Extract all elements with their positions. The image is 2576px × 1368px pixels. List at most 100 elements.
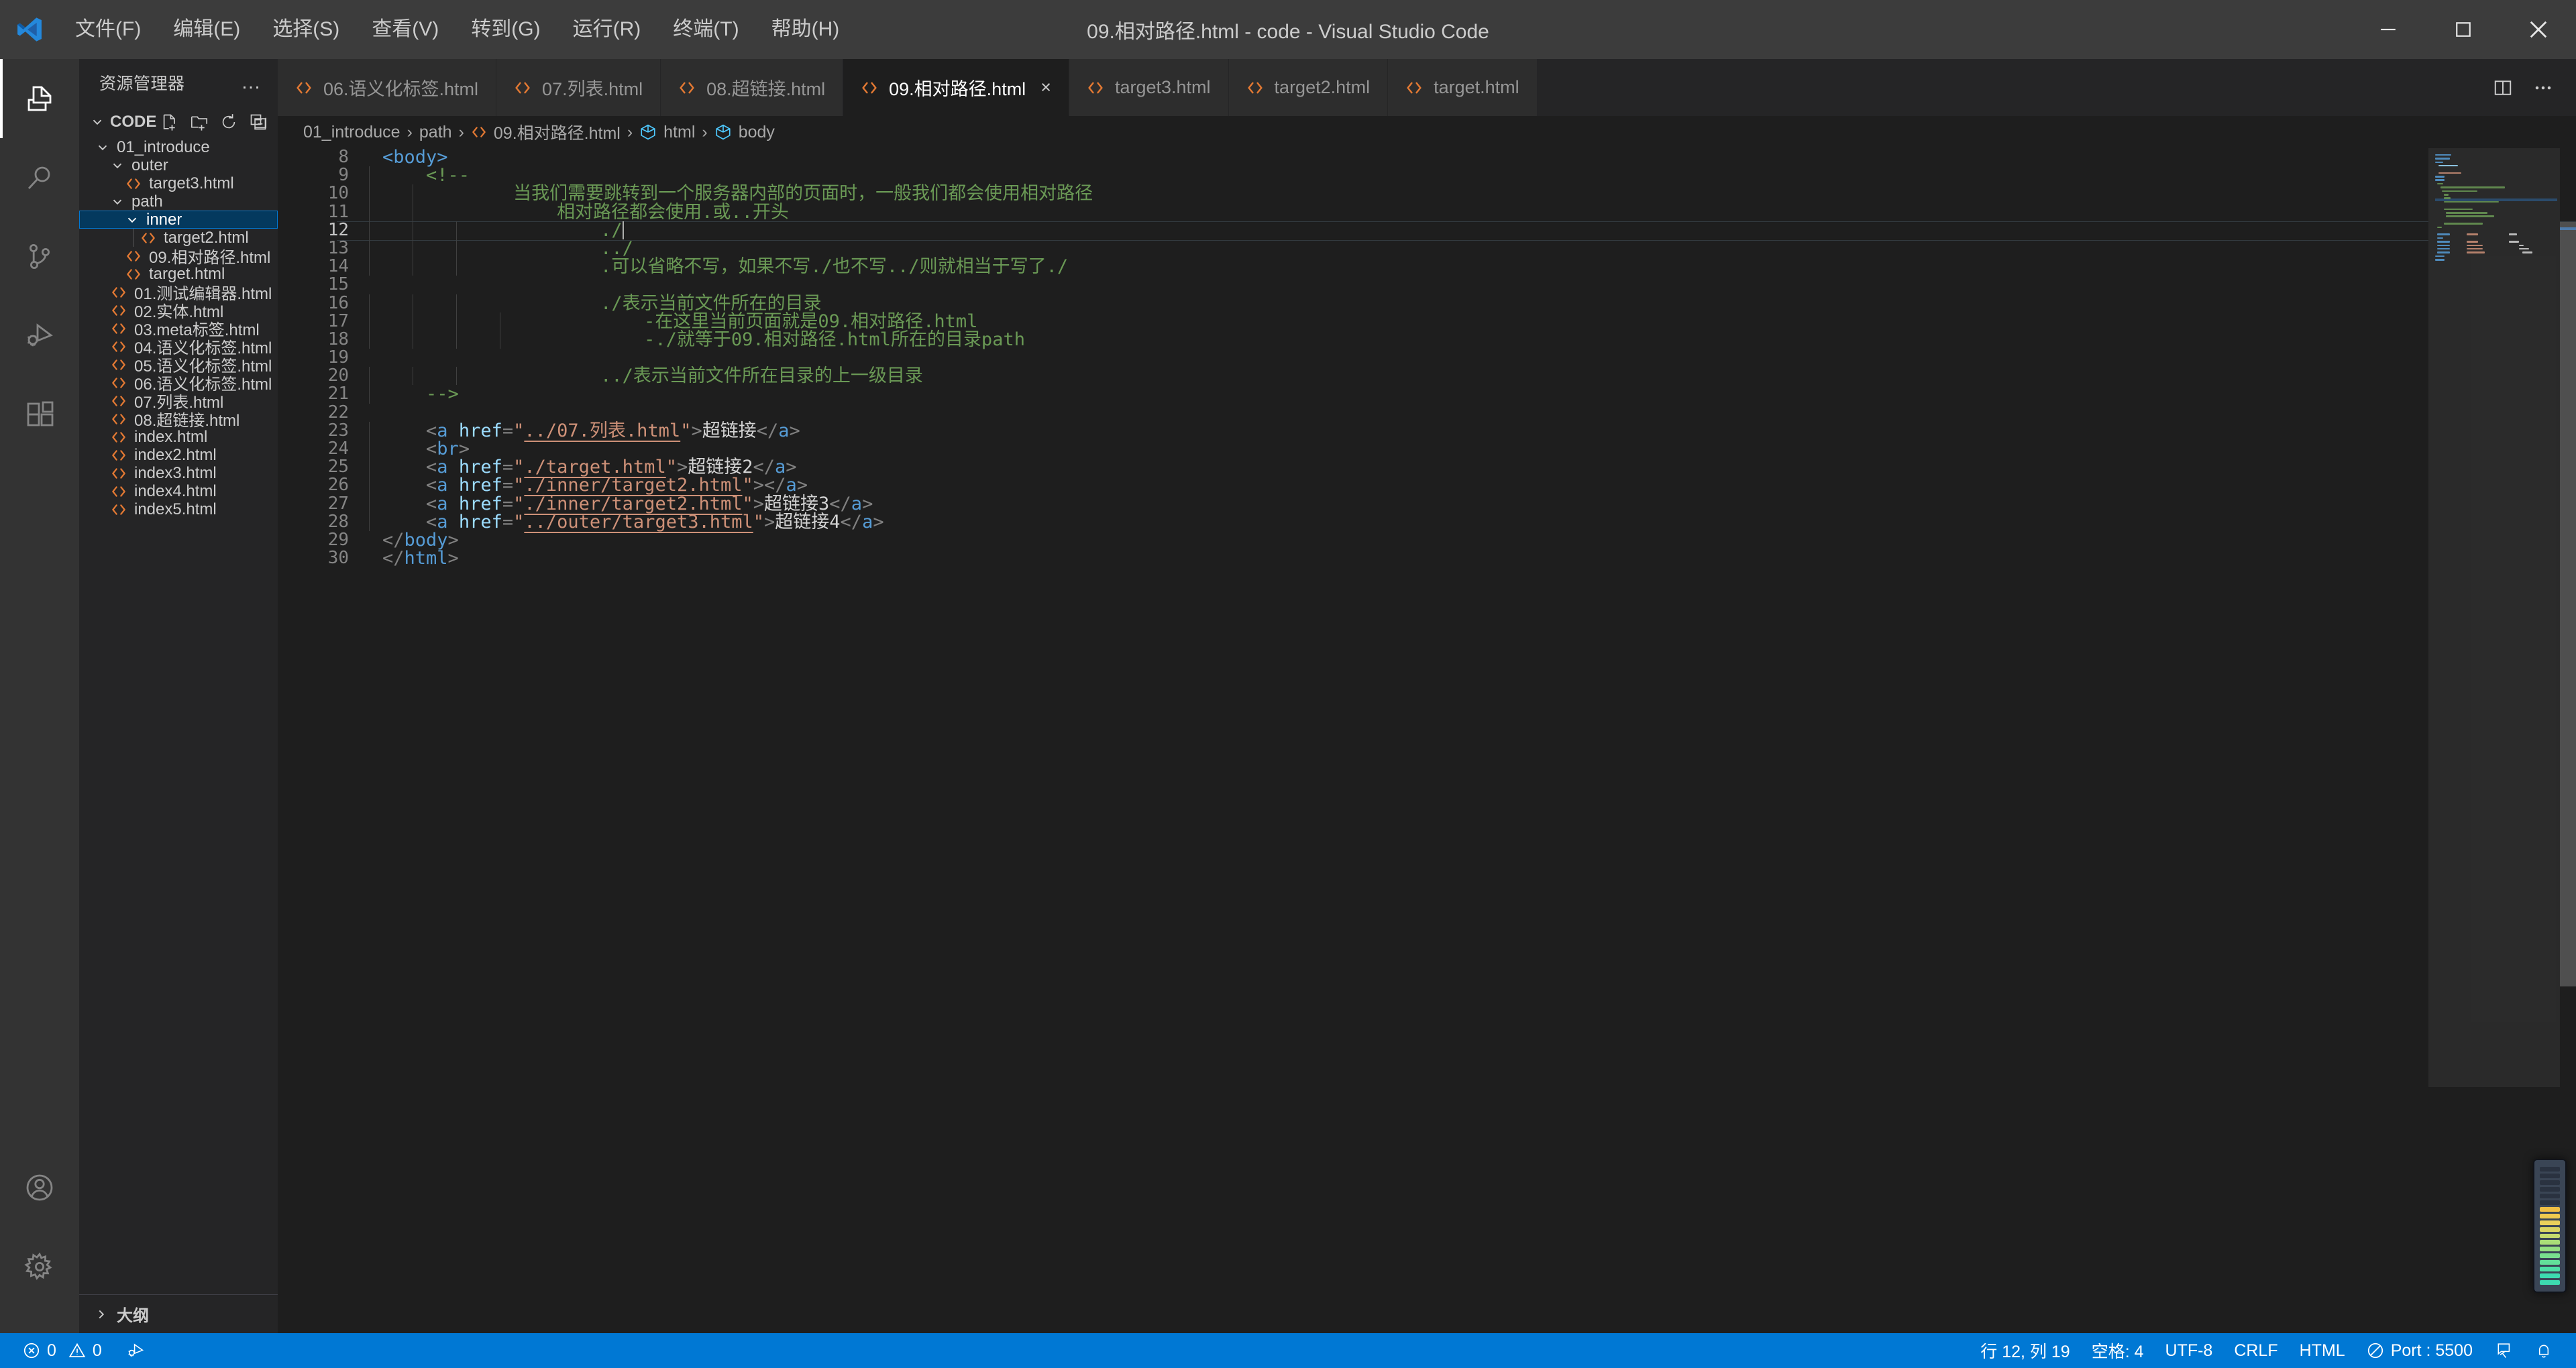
code-line[interactable]: 8 <body>	[278, 148, 2576, 166]
editor-tab-active[interactable]: 09.相对路径.html ×	[843, 59, 1069, 116]
file-tree[interactable]: 01_introduce outer target3.html path inner ta…	[79, 138, 278, 1294]
breadcrumb-item[interactable]: path	[419, 123, 452, 142]
menu-bar[interactable]: 文件(F) 编辑(E) 选择(S) 查看(V) 转到(G) 运行(R) 终端(T…	[59, 12, 855, 47]
menu-help[interactable]: 帮助(H)	[755, 12, 856, 47]
more-actions-icon[interactable]	[2525, 70, 2561, 106]
sidebar-more-icon[interactable]: …	[241, 72, 263, 93]
code-line[interactable]: 16 ./表示当前文件所在的目录	[278, 294, 2576, 312]
menu-file[interactable]: 文件(F)	[59, 12, 157, 47]
menu-run[interactable]: 运行(R)	[557, 12, 657, 47]
editor-tab[interactable]: 06.语义化标签.html	[278, 59, 497, 116]
code-line[interactable]: 26 <a href="./inner/target2.html"></a>	[278, 476, 2576, 495]
minimize-button[interactable]	[2351, 0, 2426, 59]
breadcrumb-item[interactable]: body	[714, 123, 775, 142]
code-line[interactable]: 22	[278, 403, 2576, 422]
code-line[interactable]: 20 ../表示当前文件所在目录的上一级目录	[278, 367, 2576, 386]
code-line[interactable]: 29 </body>	[278, 530, 2576, 549]
editor-tab[interactable]: target2.html	[1228, 59, 1389, 116]
collapse-all-icon[interactable]	[245, 109, 272, 135]
status-language-mode[interactable]: HTML	[2289, 1333, 2356, 1368]
tree-file-row[interactable]: 08.超链接.html	[79, 410, 278, 430]
code-line[interactable]: 18 -./就等于09.相对路径.html所在的目录path	[278, 330, 2576, 349]
code-line[interactable]: 13 ../	[278, 239, 2576, 258]
tree-file-row[interactable]: target3.html	[79, 174, 278, 192]
tab-bar-actions[interactable]	[2485, 59, 2576, 116]
code-link[interactable]: ../outer/target3.html	[524, 512, 753, 532]
minimap-slider[interactable]	[2428, 148, 2560, 1087]
tree-file-row[interactable]: index5.html	[79, 500, 278, 518]
menu-go[interactable]: 转到(G)	[455, 12, 556, 47]
code-line[interactable]: 10 当我们需要跳转到一个服务器内部的页面时，一般我们都会使用相对路径	[278, 184, 2576, 203]
close-tab-icon[interactable]: ×	[1040, 77, 1051, 98]
breadcrumb[interactable]: 01_introduce › path › 09.相对路径.html › html › body	[278, 116, 2576, 148]
code-line[interactable]: 14 .可以省略不写，如果不写./也不写../则就相当于写了./	[278, 257, 2576, 276]
window-controls[interactable]	[2351, 0, 2576, 59]
tree-folder-row[interactable]: path	[79, 192, 278, 211]
editor-tab[interactable]: target3.html	[1069, 59, 1229, 116]
new-folder-icon[interactable]	[186, 109, 213, 135]
maximize-button[interactable]	[2426, 0, 2501, 59]
activitybar-run-debug-icon[interactable]	[0, 296, 79, 376]
code-line[interactable]: 28 <a href="../outer/target3.html">超链接4<…	[278, 512, 2576, 532]
code-line[interactable]: 19	[278, 348, 2576, 367]
tab-bar[interactable]: 06.语义化标签.html 07.列表.html 08.超链接.html 09.相对路…	[278, 59, 2576, 116]
code-line[interactable]: 21 -->	[278, 385, 2576, 404]
activitybar-explorer-icon[interactable]	[0, 59, 79, 138]
code-line[interactable]: 27 <a href="./inner/target2.html">超链接3</…	[278, 494, 2576, 513]
activitybar-extensions-icon[interactable]	[0, 376, 79, 455]
menu-edit[interactable]: 编辑(E)	[157, 12, 256, 47]
menu-view[interactable]: 查看(V)	[356, 12, 455, 47]
code-editor[interactable]: 8 <body> 9 <!-- 10 当我们需要跳转到一个服务器内部的页面时，一般我们…	[278, 148, 2576, 1333]
code-surface[interactable]: 8 <body> 9 <!-- 10 当我们需要跳转到一个服务器内部的页面时，一般我们…	[278, 148, 2576, 1333]
code-line[interactable]: 17 -在这里当前页面就是09.相对路径.html	[278, 312, 2576, 331]
status-live-server-port[interactable]: Port : 5500	[2356, 1333, 2483, 1368]
code-line[interactable]: 24 <br>	[278, 439, 2576, 459]
status-encoding[interactable]: UTF-8	[2155, 1333, 2224, 1368]
refresh-icon[interactable]	[215, 109, 242, 135]
tree-file-row[interactable]: index3.html	[79, 464, 278, 482]
status-problems[interactable]: 0 0	[12, 1333, 113, 1368]
activitybar-search-icon[interactable]	[0, 138, 79, 217]
tree-file-row[interactable]: 09.相对路径.html	[79, 247, 278, 267]
tree-folder-row[interactable]: 01_introduce	[79, 138, 278, 156]
tree-file-row[interactable]: index4.html	[79, 482, 278, 500]
status-remote-debug[interactable]	[115, 1333, 156, 1368]
split-editor-icon[interactable]	[2485, 70, 2521, 106]
code-line[interactable]: 25 <a href="./target.html">超链接2</a>	[278, 457, 2576, 477]
menu-selection[interactable]: 选择(S)	[256, 12, 356, 47]
activitybar-account-icon[interactable]	[0, 1148, 79, 1227]
new-file-icon[interactable]	[156, 109, 183, 135]
status-indentation[interactable]: 空格: 4	[2081, 1333, 2155, 1368]
minimap[interactable]	[2428, 148, 2560, 1333]
breadcrumb-item[interactable]: html	[639, 123, 695, 142]
activity-bar[interactable]	[0, 59, 79, 1333]
tree-actions[interactable]	[156, 109, 281, 135]
tree-folder-row[interactable]: inner	[79, 211, 278, 229]
code-line[interactable]: 11 相对路径都会使用.或..开头	[278, 203, 2576, 221]
scrollbar-thumb[interactable]	[2560, 222, 2576, 986]
code-line[interactable]: 9 <!--	[278, 166, 2576, 185]
menu-terminal[interactable]: 终端(T)	[657, 12, 755, 47]
code-line[interactable]: 15	[278, 276, 2576, 294]
status-feedback[interactable]	[2483, 1333, 2524, 1368]
tree-root-code[interactable]: CODE	[79, 106, 278, 138]
editor-tab[interactable]: 08.超链接.html	[661, 59, 844, 116]
activitybar-source-control-icon[interactable]	[0, 217, 79, 296]
code-line[interactable]: 23 <a href="../07.列表.html">超链接</a>	[278, 420, 2576, 441]
close-button[interactable]	[2501, 0, 2576, 59]
tree-file-row[interactable]: index.html	[79, 428, 278, 446]
status-cursor-position[interactable]: 行 12, 列 19	[1970, 1333, 2080, 1368]
editor-tab[interactable]: target.html	[1388, 59, 1538, 116]
status-bar[interactable]: 0 0 行 12, 列 19 空格: 4 UTF-8 CRLF HTML Por…	[0, 1333, 2576, 1368]
tree-file-row[interactable]: index2.html	[79, 446, 278, 464]
breadcrumb-item[interactable]: 09.相对路径.html	[471, 120, 621, 144]
editor-scrollbar[interactable]	[2560, 148, 2576, 1333]
breadcrumb-item[interactable]: 01_introduce	[303, 123, 400, 142]
status-eol[interactable]: CRLF	[2223, 1333, 2288, 1368]
code-line[interactable]: 30 </html>	[278, 549, 2576, 567]
code-link[interactable]: ../07.列表.html	[524, 420, 680, 441]
activitybar-gear-icon[interactable]	[0, 1227, 79, 1306]
editor-tab[interactable]: 07.列表.html	[496, 59, 661, 116]
outline-section[interactable]: 大纲	[79, 1294, 278, 1333]
status-notifications[interactable]	[2524, 1333, 2564, 1368]
